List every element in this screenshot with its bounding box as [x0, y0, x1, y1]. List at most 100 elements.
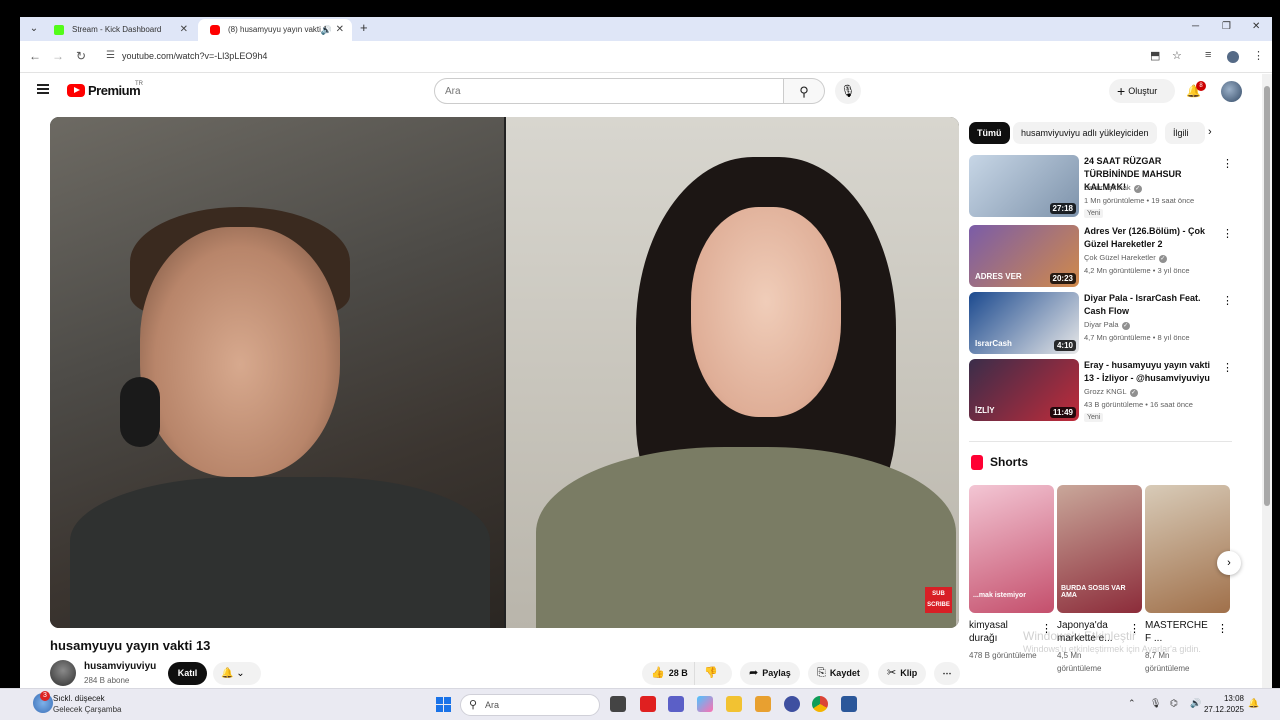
tray-chevron-icon[interactable]: ⌃ — [1128, 698, 1136, 709]
video-title[interactable]: Diyar Pala - IsrarCash Feat. Cash Flow — [1084, 292, 1219, 318]
site-info-icon[interactable]: ☰ — [106, 50, 115, 61]
subscribe-watermark[interactable]: SUB SCRIBE — [925, 587, 952, 613]
video-thumbnail[interactable]: IsrarCash 4:10 — [969, 292, 1079, 354]
profile-avatar[interactable] — [1227, 51, 1239, 63]
plus-icon: + — [1117, 83, 1126, 99]
chrome-icon[interactable] — [812, 696, 828, 712]
search-button[interactable]: ⚲ — [784, 78, 825, 104]
bookmark-star-icon[interactable]: ☆ — [1172, 49, 1182, 62]
tab-title: (8) husamyuyu yayın vakti 1 — [228, 25, 328, 34]
create-button[interactable]: + Oluştur — [1109, 79, 1175, 103]
like-button[interactable]: 👍 28 B — [642, 662, 694, 685]
task-view-icon[interactable] — [610, 696, 626, 712]
forward-icon[interactable]: → — [52, 49, 64, 63]
more-vertical-icon[interactable]: ⋮ — [1222, 227, 1233, 240]
logo-text[interactable]: Premium — [88, 83, 141, 98]
copilot-icon[interactable] — [697, 696, 713, 712]
scrollbar-thumb[interactable] — [1264, 86, 1270, 506]
close-window-icon[interactable]: ✕ — [1252, 21, 1260, 32]
youtube-logo-icon[interactable] — [67, 84, 85, 97]
video-thumbnail[interactable]: ADRES VER 20:23 — [969, 225, 1079, 287]
media-player-icon[interactable] — [755, 696, 771, 712]
tab-kick-dashboard[interactable]: Stream - Kick Dashboard ✕ — [42, 19, 196, 41]
close-tab-icon[interactable]: ✕ — [336, 19, 344, 41]
video-meta: 1 Mn görüntüleme • 19 saat önce — [1084, 196, 1195, 205]
short-thumbnail[interactable]: ...mak istemiyor — [969, 485, 1054, 613]
weather-badge: 3 — [40, 691, 50, 701]
chip-uploader[interactable]: husamviyuviyu adlı yükleyiciden — [1013, 122, 1157, 144]
more-vertical-icon[interactable]: ⋮ — [1217, 622, 1228, 635]
recommendation-item[interactable]: 27:18 24 SAAT RÜZGAR TÜRBİNİNDE MAHSUR KA… — [969, 155, 1239, 219]
channel-name[interactable]: husamviyuviyu — [84, 661, 156, 672]
search-input[interactable] — [435, 79, 755, 103]
account-avatar[interactable] — [1221, 81, 1242, 102]
channel-name[interactable]: Grozz KNGL ✓ — [1084, 387, 1138, 397]
clip-button[interactable]: ✂ Klip — [878, 662, 927, 685]
back-icon[interactable]: ← — [29, 49, 41, 63]
app-icon[interactable] — [784, 696, 800, 712]
address-bar[interactable]: ☰ youtube.com/watch?v=-Ll3pLEO9h4 — [100, 45, 1190, 69]
chevron-right-icon[interactable]: › — [1208, 126, 1212, 138]
restore-icon[interactable]: ❐ — [1222, 21, 1231, 32]
more-actions-button[interactable]: ⋯ — [934, 662, 960, 685]
join-button[interactable]: Katıl — [168, 662, 207, 685]
page-scrollbar[interactable] — [1262, 74, 1272, 688]
channel-name[interactable]: Diyar Pala ✓ — [1084, 320, 1130, 330]
recommendation-item[interactable]: İZLİY 11:49 Eray - husamyuyu yayın vakti 1… — [969, 359, 1239, 423]
store-icon[interactable] — [841, 696, 857, 712]
video-person-face — [140, 227, 340, 477]
chip-related[interactable]: İlgili — [1165, 122, 1205, 144]
video-meta: 4,2 Mn görüntüleme • 3 yıl önce — [1084, 266, 1190, 275]
video-title[interactable]: Adres Ver (126.Bölüm) - Çok Güzel Hareke… — [1084, 225, 1219, 251]
menu-kebab-icon[interactable]: ⋮ — [1253, 49, 1264, 62]
mic-tray-icon[interactable]: 🎙 — [1150, 698, 1161, 709]
file-explorer-icon[interactable] — [726, 696, 742, 712]
clock-date[interactable]: 27.12.2025 — [1196, 705, 1244, 714]
reload-icon[interactable]: ↻ — [76, 49, 86, 63]
hamburger-menu-icon[interactable] — [37, 84, 49, 94]
video-title[interactable]: Eray - husamyuyu yayın vakti 13 - İzliyo… — [1084, 359, 1219, 385]
install-icon[interactable]: ⬒ — [1150, 49, 1160, 62]
notification-center-icon[interactable]: 🔔 — [1248, 698, 1259, 709]
wifi-icon[interactable]: ⌬ — [1170, 698, 1178, 709]
save-button[interactable]: ⎘ Kaydet — [808, 662, 869, 685]
video-thumbnail[interactable]: 27:18 — [969, 155, 1079, 217]
more-horizontal-icon: ⋯ — [942, 668, 952, 678]
thumbnail-text: İZLİY — [975, 406, 995, 415]
video-thumbnail[interactable]: İZLİY 11:49 — [969, 359, 1079, 421]
tab-strip: ⌄ Stream - Kick Dashboard ✕ (8) husamyuy… — [20, 17, 1272, 41]
short-title[interactable]: MASTERCHE F ... — [1145, 619, 1215, 645]
tab-youtube[interactable]: (8) husamyuyu yayın vakti 1 🔊 ✕ — [198, 19, 352, 41]
logo-country: TR — [135, 81, 143, 87]
share-button[interactable]: ➦ Paylaş — [740, 662, 800, 685]
youtube-app-icon[interactable] — [640, 696, 656, 712]
short-thumbnail[interactable] — [1145, 485, 1230, 613]
minimize-icon[interactable]: ─ — [1192, 21, 1199, 32]
chip-all[interactable]: Tümü — [969, 122, 1010, 144]
shorts-next-chevron-icon[interactable]: › — [1217, 551, 1241, 575]
video-player[interactable]: SUB SCRIBE — [50, 117, 959, 628]
recommendation-item[interactable]: ADRES VER 20:23 Adres Ver (126.Bölüm) - Ço… — [969, 225, 1239, 289]
headphone-shape — [120, 377, 160, 447]
duration-badge: 11:49 — [1049, 407, 1076, 418]
speaker-icon[interactable]: 🔊 — [321, 19, 332, 41]
teams-icon[interactable] — [668, 696, 684, 712]
channel-name[interactable]: Orkun Işıtmak ✓ — [1084, 183, 1142, 193]
tab-search-icon[interactable]: ⌄ — [26, 21, 42, 37]
media-control-icon[interactable]: ≡ — [1205, 49, 1211, 61]
dislike-button[interactable]: 👎 — [694, 662, 732, 685]
short-thumbnail[interactable]: BURDA SOSIS VAR AMA — [1057, 485, 1142, 613]
windows-start-icon[interactable] — [436, 697, 451, 712]
subscription-bell-button[interactable]: 🔔 ⌄ — [213, 662, 261, 685]
recommendation-item[interactable]: IsrarCash 4:10 Diyar Pala - IsrarCash Feat… — [969, 292, 1239, 356]
channel-name[interactable]: Çok Güzel Hareketler ✓ — [1084, 253, 1167, 263]
close-tab-icon[interactable]: ✕ — [180, 19, 188, 41]
more-vertical-icon[interactable]: ⋮ — [1222, 157, 1233, 170]
new-tab-button[interactable]: + — [360, 20, 368, 35]
clock-time[interactable]: 13:08 — [1208, 694, 1244, 703]
taskbar-search[interactable]: Ara — [460, 694, 600, 716]
voice-search-icon[interactable]: 🎙 — [835, 78, 861, 104]
more-vertical-icon[interactable]: ⋮ — [1222, 294, 1233, 307]
channel-avatar[interactable] — [50, 660, 76, 686]
more-vertical-icon[interactable]: ⋮ — [1222, 361, 1233, 374]
